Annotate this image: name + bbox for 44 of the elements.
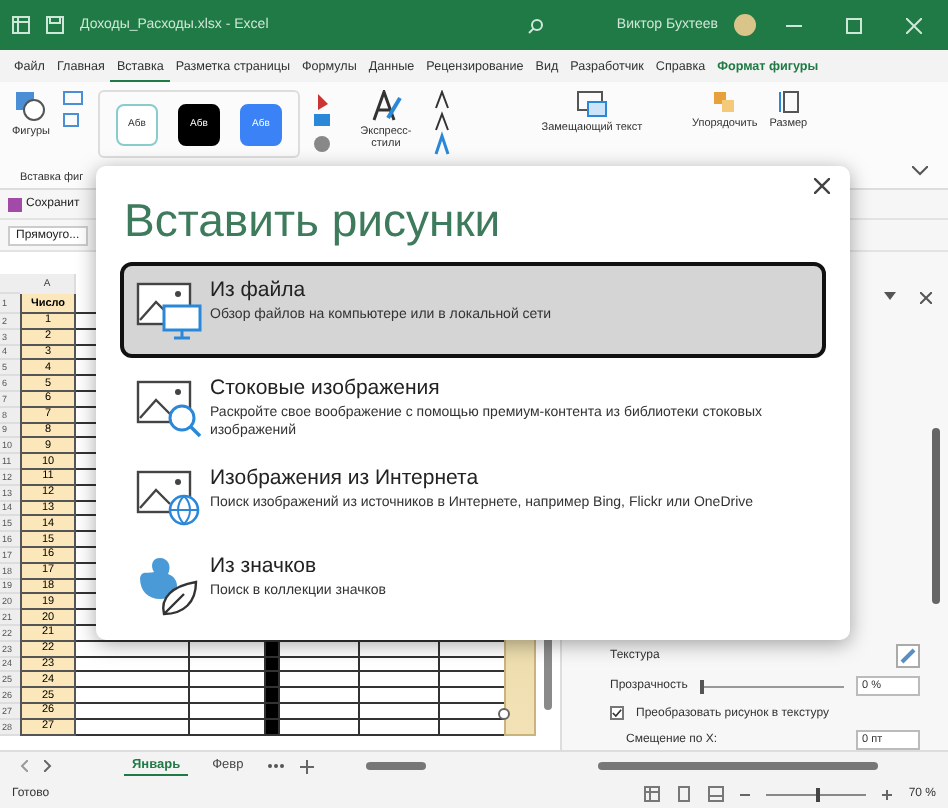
texture-picker-icon[interactable] [896,644,920,668]
slider-thumb[interactable] [699,679,704,693]
collapse-ribbon-icon[interactable] [912,166,928,176]
checkbox[interactable] [610,706,624,720]
option-title: Из файла [210,278,308,304]
previous-sheet-icon[interactable] [20,760,28,772]
save-icon[interactable] [46,16,64,34]
page-layout-icon[interactable] [676,786,693,802]
zoom-thumb[interactable] [816,787,821,801]
close-icon[interactable] [920,292,932,304]
normal-view-icon[interactable] [644,786,661,802]
table-cell [360,672,440,689]
option-title: Стоковые изображения [210,376,442,402]
picture-magnifier-icon [136,376,204,440]
corner-cell [0,274,20,294]
dialog-title: Вставить рисунки [124,194,503,246]
page-break-icon[interactable] [708,786,725,802]
table-cell [190,672,266,689]
add-sheet-icon[interactable] [299,759,314,773]
dropdown-icon[interactable] [884,292,896,300]
zoom-in-icon[interactable] [882,789,893,799]
pane-scrollbar[interactable] [932,428,940,604]
text-box-icon[interactable] [61,90,86,130]
picture-frame-icon [575,90,608,118]
table-cell [280,672,360,689]
computer-picture-icon [136,278,204,342]
picture-globe-icon [136,465,204,530]
zoom-out-icon[interactable] [740,789,751,799]
search-icon[interactable] [528,17,545,33]
avatar [734,14,756,36]
next-sheet-icon[interactable] [44,760,52,772]
shapes-icon [14,90,47,122]
sheet-icon [12,16,30,34]
table-cell [76,672,190,689]
option-title: Изображения из Интернета [210,465,481,492]
option-title: Из значков [210,553,319,580]
horizontal-scrollbar[interactable] [365,762,426,770]
pane-horizontal-scrollbar[interactable] [597,762,878,770]
layers-icon [712,90,737,114]
size-icon [776,90,801,114]
maximize-icon[interactable] [846,17,862,33]
save-icon [8,197,22,211]
close-button[interactable] [810,174,834,198]
letter-brush-icon [369,90,402,122]
